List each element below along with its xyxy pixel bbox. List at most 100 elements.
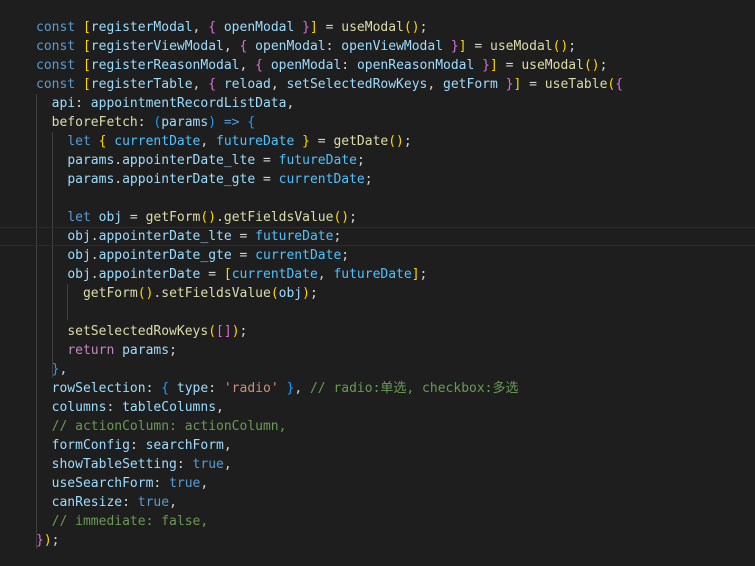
code-token: ;: [169, 343, 177, 358]
code-token: obj: [67, 267, 91, 282]
code-line[interactable]: useSearchForm: true,: [36, 474, 755, 493]
code-token: [: [82, 39, 91, 54]
code-line[interactable]: params.appointerDate_gte = currentDate;: [36, 170, 755, 189]
code-token: ;: [568, 39, 577, 54]
code-token: api: [51, 96, 76, 111]
code-token: ,: [200, 134, 217, 149]
code-line[interactable]: const [registerModal, { openModal }] = u…: [36, 18, 755, 37]
code-token: futureDate: [216, 134, 303, 149]
code-token: ;: [419, 20, 428, 35]
code-token: (): [388, 134, 404, 149]
code-token: futureDate: [333, 267, 412, 282]
code-line[interactable]: showTableSetting: true,: [36, 455, 755, 474]
code-token: getDate: [333, 134, 389, 149]
code-line[interactable]: [36, 189, 755, 208]
code-line[interactable]: },: [36, 360, 755, 379]
code-token: }: [482, 58, 490, 73]
code-line[interactable]: formConfig: searchForm,: [36, 436, 755, 455]
code-line[interactable]: setSelectedRowKeys([]);: [36, 322, 755, 341]
code-token: tableColumns: [122, 400, 217, 415]
code-token: {: [208, 20, 224, 35]
code-line[interactable]: });: [36, 531, 755, 550]
code-token: openModal: [270, 58, 342, 73]
code-token: futureDate: [278, 153, 357, 168]
code-token: openModal: [255, 39, 326, 54]
code-line[interactable]: // actionColumn: actionColumn,: [36, 417, 755, 436]
code-token: {: [208, 77, 224, 92]
code-lines[interactable]: const [ registerModal, { openModal }] = u…: [0, 18, 755, 550]
code-token: }: [278, 381, 295, 396]
code-token: ;: [239, 324, 248, 339]
code-token: ,: [294, 381, 310, 396]
code-token: params: [67, 172, 115, 187]
code-token: ;: [349, 210, 357, 225]
code-token: registerTable: [90, 77, 193, 92]
code-token: ]: [411, 267, 420, 282]
code-line[interactable]: canResize: true,: [36, 493, 755, 512]
code-token: // radio:单选, checkbox:多选: [309, 381, 519, 396]
code-token: rowSelection: [51, 381, 146, 396]
code-token: ,: [239, 58, 256, 73]
code-token: ,: [286, 96, 295, 111]
code-line[interactable]: beforeFetch: (params) => {: [36, 113, 755, 132]
code-token: beforeFetch: [51, 115, 138, 130]
code-line[interactable]: const [registerViewModal, { openModal: o…: [36, 37, 755, 56]
code-line[interactable]: rowSelection: { type: 'radio' }, // radi…: [36, 379, 755, 398]
code-token: }: [36, 533, 44, 548]
code-line[interactable]: let obj = getForm().getFieldsValue();: [36, 208, 755, 227]
code-line[interactable]: getForm().setFieldsValue(obj);: [36, 284, 755, 303]
code-line[interactable]: // immediate: false,: [36, 512, 755, 531]
code-line[interactable]: let { currentDate, futureDate } = getDat…: [36, 132, 755, 151]
code-token: getForm: [145, 210, 201, 225]
code-token: .: [90, 248, 99, 263]
code-token: }: [450, 39, 459, 54]
code-token: ,: [192, 77, 209, 92]
code-token: const: [36, 39, 83, 54]
code-token: getFieldsValue: [223, 210, 334, 225]
code-token: =: [317, 20, 342, 35]
code-token: [: [223, 267, 232, 282]
code-token: .: [114, 172, 123, 187]
code-line[interactable]: api: appointmentRecordListData,: [36, 94, 755, 113]
code-token: :: [106, 400, 123, 415]
code-line[interactable]: params.appointerDate_lte = futureDate;: [36, 151, 755, 170]
code-token: getForm: [82, 286, 138, 301]
code-token: ;: [341, 248, 350, 263]
code-token: currentDate: [231, 267, 318, 282]
code-token: :: [145, 381, 162, 396]
code-token: .: [90, 229, 99, 244]
code-line[interactable]: return params;: [36, 341, 755, 360]
code-token: :: [341, 58, 357, 73]
code-token: ): [231, 324, 240, 339]
code-token: ,: [169, 495, 177, 510]
code-token: appointerDate: [98, 267, 201, 282]
code-line[interactable]: obj.appointerDate = [currentDate, future…: [36, 265, 755, 284]
code-token: registerModal: [90, 20, 193, 35]
code-token: =: [231, 229, 256, 244]
code-line[interactable]: const [registerReasonModal, { openModal:…: [36, 56, 755, 75]
code-token: setFieldsValue: [161, 286, 271, 301]
code-token: currentDate: [278, 172, 365, 187]
code-token: appointerDate_gte: [122, 172, 256, 187]
code-token: // immediate: false,: [51, 514, 209, 529]
code-token: futureDate: [255, 229, 334, 244]
code-token: const: [36, 77, 83, 92]
code-token: ;: [333, 229, 342, 244]
code-line[interactable]: [36, 303, 755, 322]
code-line[interactable]: obj.appointerDate_gte = currentDate;: [36, 246, 755, 265]
code-line[interactable]: columns: tableColumns,: [36, 398, 755, 417]
code-token: getForm: [443, 77, 506, 92]
code-editor[interactable]: const [ registerModal, { openModal }] = u…: [0, 0, 755, 566]
code-token: .: [216, 210, 224, 225]
code-line[interactable]: const [registerTable, { reload, setSelec…: [36, 75, 755, 94]
code-token: obj: [278, 286, 303, 301]
code-token: (): [583, 58, 600, 73]
code-line[interactable]: obj.appointerDate_lte = futureDate;: [0, 227, 755, 246]
